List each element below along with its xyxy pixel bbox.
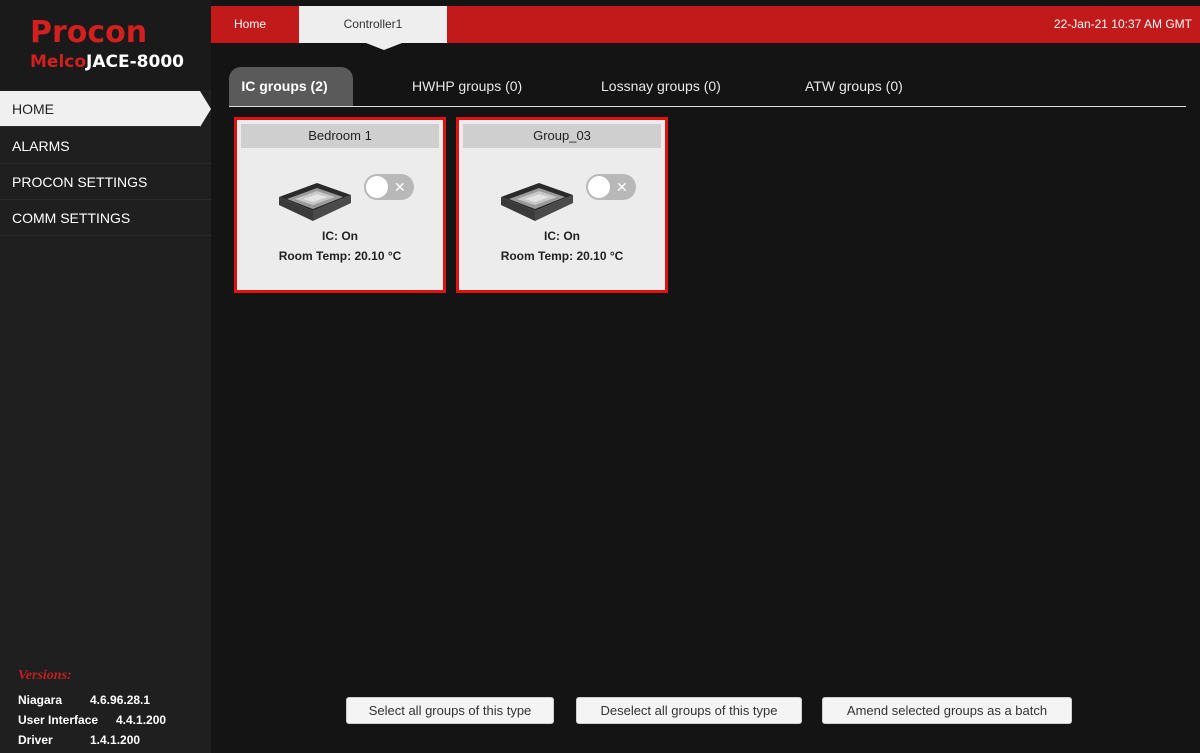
tab-atw-groups[interactable]: ATW groups (0) (805, 67, 903, 106)
controller-tab-notch (366, 43, 402, 50)
close-icon: ✕ (616, 179, 628, 195)
close-icon: ✕ (394, 179, 406, 195)
room-temp: Room Temp: 20.10 °C (278, 249, 402, 263)
tab-hwhp-groups[interactable]: HWHP groups (0) (412, 67, 522, 106)
sidebar-item-label: HOME (12, 101, 54, 117)
group-name: Bedroom 1 (241, 124, 439, 148)
version-row-niagara: Niagara 4.6.96.28.1 (18, 690, 203, 710)
power-toggle[interactable]: ✕ (586, 174, 636, 200)
amend-batch-button[interactable]: Amend selected groups as a batch (822, 697, 1072, 724)
version-value: 4.4.1.200 (116, 713, 167, 727)
version-value: 1.4.1.200 (90, 733, 141, 747)
toggle-knob (588, 176, 610, 198)
group-card-bedroom-1[interactable]: Bedroom 1 ✕ IC: On Room Temp: 20.10 °C (234, 117, 446, 293)
active-indicator-arrow (200, 91, 211, 127)
sidebar-item-comm-settings[interactable]: COMM SETTINGS (0, 200, 211, 236)
toggle-knob (366, 176, 388, 198)
group-name: Group_03 (463, 124, 661, 148)
product-name: MelcoJACE-8000 (30, 52, 184, 72)
versions-panel: Versions: Niagara 4.6.96.28.1 User Inter… (18, 668, 203, 750)
tab-ic-groups[interactable]: IC groups (2) (229, 67, 353, 106)
cassette-unit-icon (279, 183, 351, 221)
date-time: 22-Jan-21 10:37 AM GMT (1053, 17, 1192, 31)
select-all-button[interactable]: Select all groups of this type (346, 697, 554, 724)
group-type-tabs: IC groups (2) HWHP groups (0) Lossnay gr… (229, 67, 1186, 107)
sidebar: Procon MelcoJACE-8000 HOME ALARMS PROCON… (0, 0, 211, 753)
version-name: Driver (18, 733, 53, 747)
sidebar-item-procon-settings[interactable]: PROCON SETTINGS (0, 164, 211, 200)
breadcrumb-home-tab[interactable]: Home (221, 6, 291, 43)
ic-status: IC: On (322, 229, 358, 243)
sidebar-item-home[interactable]: HOME (0, 91, 211, 127)
ic-status: IC: On (544, 229, 580, 243)
sidebar-item-label: COMM SETTINGS (12, 210, 131, 226)
breadcrumb-controller-tab[interactable]: Controller1 (299, 6, 447, 43)
power-toggle[interactable]: ✕ (364, 174, 414, 200)
version-name: User Interface (18, 713, 99, 727)
version-row-driver: Driver 1.4.1.200 (18, 730, 203, 750)
cassette-unit-icon (501, 183, 573, 221)
version-name: Niagara (18, 693, 63, 707)
logo: Procon MelcoJACE-8000 (0, 0, 211, 90)
sidebar-item-alarms[interactable]: ALARMS (0, 128, 211, 164)
version-value: 4.6.96.28.1 (90, 693, 151, 707)
room-temp: Room Temp: 20.10 °C (500, 249, 624, 263)
tab-lossnay-groups[interactable]: Lossnay groups (0) (601, 67, 721, 106)
sidebar-item-label: PROCON SETTINGS (12, 174, 148, 190)
top-bar: Home Controller1 22-Jan-21 10:37 AM GMT (211, 6, 1200, 50)
sidebar-item-label: ALARMS (12, 138, 70, 154)
versions-title: Versions: (18, 668, 72, 683)
product-prefix: Melco (30, 52, 87, 72)
brand-name: Procon (30, 15, 148, 50)
deselect-all-button[interactable]: Deselect all groups of this type (576, 697, 802, 724)
version-row-user-interface: User Interface 4.4.1.200 (18, 710, 203, 730)
group-card-group-03[interactable]: Group_03 ✕ IC: On Room Temp: 20.10 °C (456, 117, 668, 293)
product-suffix: JACE-8000 (86, 52, 184, 72)
